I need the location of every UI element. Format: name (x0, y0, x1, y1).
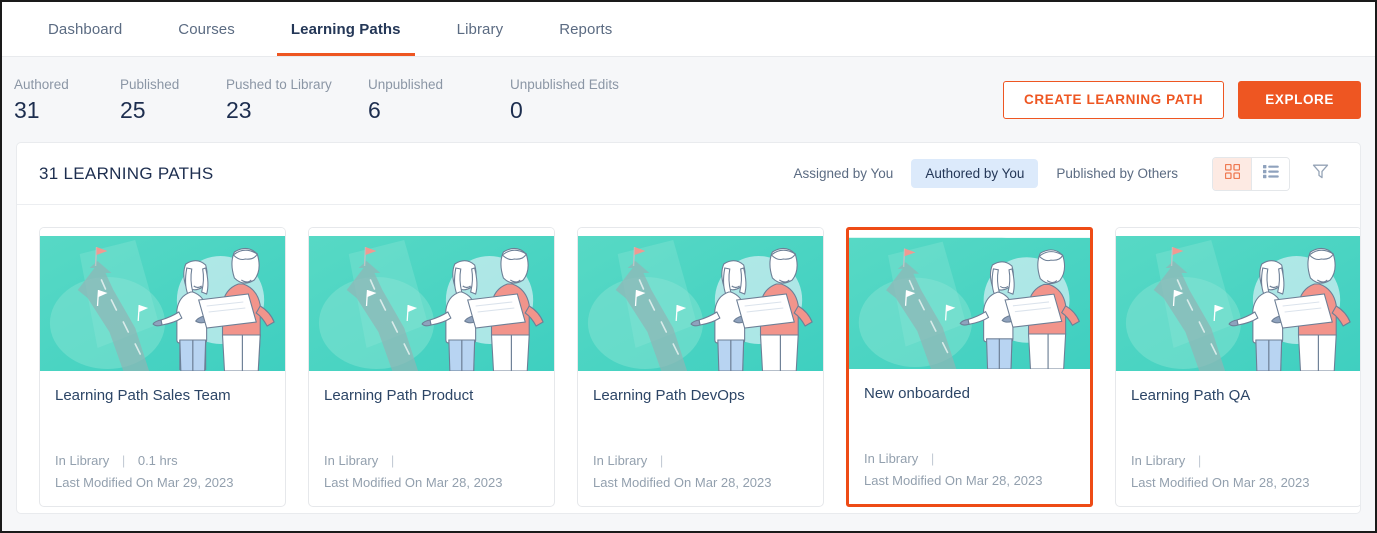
card-last-modified: Last Modified On Mar 28, 2023 (593, 475, 772, 490)
nav-tab-dashboard[interactable]: Dashboard (20, 2, 150, 56)
meta-separator: | (659, 453, 664, 468)
card-title: Learning Path Sales Team (55, 387, 231, 404)
nav-tab-label: Dashboard (48, 20, 123, 38)
card-meta: In Library | (324, 453, 539, 475)
page-title: 31 LEARNING PATHS (39, 163, 214, 183)
card-body: New onboarded In Library | Last Modified… (849, 369, 1090, 504)
stat-label: Authored (14, 77, 69, 92)
statistics-list: Authored 31 Published 25 Pushed to Libra… (14, 77, 668, 122)
learning-paths-panel: 31 LEARNING PATHS Assigned by You Author… (16, 142, 1361, 514)
stat-label: Unpublished Edits (510, 77, 619, 92)
learning-path-illustration (578, 228, 823, 371)
learning-path-illustration (309, 228, 554, 371)
explore-button[interactable]: EXPLORE (1238, 80, 1361, 119)
learning-path-card-grid: Learning Path Sales Team In Library | 0.… (17, 205, 1360, 507)
nav-tab-label: Courses (178, 20, 235, 38)
list-view-button[interactable] (1251, 157, 1289, 190)
learning-path-illustration (849, 230, 1090, 369)
card-status: In Library (593, 453, 648, 468)
card-title: Learning Path QA (1131, 387, 1251, 404)
statistics-strip: Authored 31 Published 25 Pushed to Libra… (2, 57, 1375, 142)
card-meta: In Library | (1131, 453, 1346, 475)
card-thumbnail (40, 228, 285, 371)
learning-path-card[interactable]: Learning Path Product In Library | Last … (308, 227, 555, 507)
card-duration: 0.1 hrs (137, 453, 178, 468)
card-meta: In Library | (864, 451, 1075, 473)
stat-authored: Authored 31 (14, 77, 120, 122)
filter-tab-label: Published by Others (1056, 166, 1178, 181)
button-label: EXPLORE (1265, 92, 1334, 107)
stat-value: 23 (226, 97, 252, 123)
stat-value: 31 (14, 97, 40, 123)
filter-tab-label: Authored by You (925, 166, 1025, 181)
stat-value: 6 (368, 97, 381, 123)
card-status: In Library (55, 453, 110, 468)
learning-path-card-selected[interactable]: New onboarded In Library | Last Modified… (846, 227, 1093, 507)
meta-separator: | (121, 453, 126, 468)
view-mode-toggle (1212, 156, 1290, 191)
card-meta: In Library | (593, 453, 808, 475)
card-body: Learning Path DevOps In Library | Last M… (578, 371, 823, 506)
card-status: In Library (1131, 453, 1186, 468)
nav-tab-learning-paths[interactable]: Learning Paths (263, 2, 429, 56)
panel-header: 31 LEARNING PATHS Assigned by You Author… (17, 143, 1360, 205)
card-body: Learning Path Product In Library | Last … (309, 371, 554, 506)
button-label: CREATE LEARNING PATH (1024, 92, 1204, 107)
card-title: Learning Path DevOps (593, 387, 745, 404)
stat-value: 0 (510, 97, 523, 123)
card-title: Learning Path Product (324, 387, 474, 404)
card-status: In Library (324, 453, 379, 468)
card-status: In Library (864, 451, 919, 466)
nav-tab-courses[interactable]: Courses (150, 2, 263, 56)
card-last-modified: Last Modified On Mar 28, 2023 (324, 475, 503, 490)
card-body: Learning Path Sales Team In Library | 0.… (40, 371, 285, 506)
filter-tab-published-by-others[interactable]: Published by Others (1042, 159, 1192, 188)
card-thumbnail (1116, 228, 1360, 371)
stat-pushed-to-library: Pushed to Library 23 (226, 77, 368, 122)
stat-label: Unpublished (368, 77, 444, 92)
meta-separator: | (930, 451, 935, 466)
card-thumbnail (578, 228, 823, 371)
card-thumbnail (849, 230, 1090, 369)
nav-tab-reports[interactable]: Reports (531, 2, 640, 56)
meta-separator: | (1197, 453, 1202, 468)
learning-path-card[interactable]: Learning Path Sales Team In Library | 0.… (39, 227, 286, 507)
card-title: New onboarded (864, 385, 970, 402)
grid-view-button[interactable] (1213, 157, 1251, 190)
card-thumbnail (309, 228, 554, 371)
funnel-icon (1312, 163, 1329, 185)
learning-path-card[interactable]: Learning Path DevOps In Library | Last M… (577, 227, 824, 507)
learning-path-illustration (1116, 228, 1360, 371)
list-icon (1262, 164, 1279, 184)
card-last-modified: Last Modified On Mar 28, 2023 (1131, 475, 1310, 490)
stat-label: Published (120, 77, 180, 92)
nav-tab-label: Reports (559, 20, 613, 38)
card-last-modified: Last Modified On Mar 29, 2023 (55, 475, 234, 490)
learning-path-illustration (40, 228, 285, 371)
grid-icon (1224, 163, 1240, 184)
primary-navigation: Dashboard Courses Learning Paths Library… (2, 2, 1375, 57)
nav-tab-label: Learning Paths (290, 20, 401, 38)
nav-tab-library[interactable]: Library (429, 2, 532, 56)
stat-value: 25 (120, 97, 146, 123)
create-learning-path-button[interactable]: CREATE LEARNING PATH (1003, 80, 1225, 119)
filter-tab-label: Assigned by You (793, 166, 894, 181)
header-actions: CREATE LEARNING PATH EXPLORE (1003, 80, 1361, 119)
meta-separator: | (390, 453, 395, 468)
card-last-modified: Last Modified On Mar 28, 2023 (864, 473, 1043, 488)
filter-button[interactable] (1302, 157, 1338, 191)
filter-tab-authored-by-you[interactable]: Authored by You (911, 159, 1039, 188)
application-window: Dashboard Courses Learning Paths Library… (0, 0, 1377, 533)
nav-tab-label: Library (456, 20, 504, 38)
stat-unpublished: Unpublished 6 (368, 77, 510, 122)
card-body: Learning Path QA In Library | Last Modif… (1116, 371, 1360, 506)
stat-published: Published 25 (120, 77, 226, 122)
stat-unpublished-edits: Unpublished Edits 0 (510, 77, 668, 122)
learning-path-card[interactable]: Learning Path QA In Library | Last Modif… (1115, 227, 1360, 507)
panel-header-controls: Assigned by You Authored by You Publishe… (779, 156, 1338, 191)
filter-tab-assigned-by-you[interactable]: Assigned by You (779, 159, 907, 188)
card-meta: In Library | 0.1 hrs (55, 453, 270, 475)
stat-label: Pushed to Library (226, 77, 332, 92)
